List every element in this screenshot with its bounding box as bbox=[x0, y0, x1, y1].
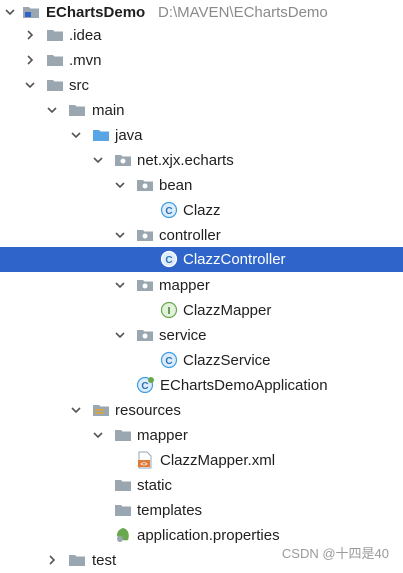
tree-row-clazz-mapper-xml[interactable]: <> ClazzMapper.xml bbox=[0, 448, 403, 473]
tree-label: .idea bbox=[69, 27, 102, 44]
svg-text:C: C bbox=[165, 255, 172, 266]
project-path: D:\MAVEN\EChartsDemo bbox=[158, 4, 328, 21]
package-icon bbox=[137, 280, 153, 291]
tree-label: service bbox=[159, 327, 207, 344]
folder-icon bbox=[47, 55, 63, 66]
tree-label: net.xjx.echarts bbox=[137, 152, 234, 169]
chevron-down-icon[interactable] bbox=[114, 179, 126, 191]
folder-icon bbox=[47, 80, 63, 91]
chevron-down-icon[interactable] bbox=[92, 154, 104, 166]
watermark-text: CSDN @十四是40 bbox=[281, 546, 389, 561]
class-icon: C bbox=[160, 201, 178, 219]
tree-label: ClazzService bbox=[183, 352, 271, 369]
tree-label: main bbox=[92, 102, 125, 119]
chevron-down-icon[interactable] bbox=[46, 104, 58, 116]
tree-label: test bbox=[92, 552, 117, 569]
tree-label: controller bbox=[159, 227, 221, 244]
chevron-right-icon[interactable] bbox=[46, 554, 58, 566]
spring-properties-icon bbox=[117, 528, 129, 542]
interface-icon: I bbox=[160, 301, 178, 319]
tree-row-controller[interactable]: controller bbox=[0, 223, 403, 248]
tree-row-static[interactable]: static bbox=[0, 473, 403, 498]
tree-label: ClazzMapper.xml bbox=[160, 452, 276, 469]
svg-text:I: I bbox=[168, 306, 171, 317]
folder-icon bbox=[115, 480, 131, 491]
package-icon bbox=[115, 155, 131, 166]
tree-label: application.properties bbox=[137, 527, 280, 544]
folder-icon bbox=[47, 30, 63, 41]
chevron-right-icon[interactable] bbox=[24, 54, 36, 66]
tree-label: mapper bbox=[159, 277, 210, 294]
chevron-down-icon[interactable] bbox=[70, 404, 82, 416]
tree-label: resources bbox=[115, 402, 181, 419]
chevron-down-icon[interactable] bbox=[24, 79, 36, 91]
package-icon bbox=[137, 230, 153, 241]
chevron-down-icon[interactable] bbox=[114, 229, 126, 241]
class-icon: C bbox=[160, 351, 178, 369]
chevron-down-icon[interactable] bbox=[92, 429, 104, 441]
package-icon bbox=[137, 330, 153, 341]
tree-label: templates bbox=[137, 502, 203, 519]
tree-row-resources[interactable]: resources bbox=[0, 398, 403, 423]
folder-icon bbox=[69, 555, 85, 566]
tree-row-mapper-resources[interactable]: mapper bbox=[0, 423, 403, 448]
tree-row-mapper-package[interactable]: mapper bbox=[0, 273, 403, 298]
tree-label: java bbox=[115, 127, 143, 144]
tree-label: ClazzController bbox=[183, 251, 286, 268]
spring-boot-class-icon: C bbox=[136, 376, 154, 394]
source-folder-icon bbox=[93, 130, 109, 141]
tree-row-main[interactable]: main bbox=[0, 98, 403, 123]
tree-row-mvn[interactable]: .mvn bbox=[0, 48, 403, 73]
tree-label: Clazz bbox=[183, 202, 221, 219]
tree-row-templates[interactable]: templates bbox=[0, 498, 403, 523]
chevron-down-icon[interactable] bbox=[114, 279, 126, 291]
folder-icon bbox=[115, 505, 131, 516]
tree-label: ClazzMapper bbox=[183, 302, 272, 319]
folder-icon bbox=[69, 105, 85, 116]
chevron-down-icon[interactable] bbox=[114, 329, 126, 341]
svg-text:C: C bbox=[141, 381, 148, 392]
tree-row-project[interactable]: EChartsDemo D:\MAVEN\EChartsDemo bbox=[0, 0, 403, 25]
svg-text:C: C bbox=[165, 206, 172, 217]
tree-label: mapper bbox=[137, 427, 188, 444]
tree-row-clazz-service[interactable]: C ClazzService bbox=[0, 348, 403, 373]
xml-file-icon: <> bbox=[138, 451, 152, 469]
tree-row-package[interactable]: net.xjx.echarts bbox=[0, 148, 403, 173]
folder-icon bbox=[115, 430, 131, 441]
project-folder-icon bbox=[23, 7, 39, 18]
package-icon bbox=[137, 180, 153, 191]
chevron-down-icon[interactable] bbox=[4, 6, 16, 18]
tree-row-bean[interactable]: bean bbox=[0, 173, 403, 198]
tree-label: .mvn bbox=[69, 52, 102, 69]
tree-row-src[interactable]: src bbox=[0, 73, 403, 98]
chevron-down-icon[interactable] bbox=[70, 129, 82, 141]
tree-row-clazz[interactable]: C Clazz bbox=[0, 198, 403, 223]
project-name: EChartsDemo bbox=[46, 4, 146, 21]
tree-row-clazz-mapper[interactable]: I ClazzMapper bbox=[0, 298, 403, 323]
tree-label: bean bbox=[159, 177, 193, 194]
tree-label: src bbox=[69, 77, 89, 94]
svg-text:C: C bbox=[165, 356, 172, 367]
tree-label: EChartsDemoApplication bbox=[160, 377, 328, 394]
tree-row-service[interactable]: service bbox=[0, 323, 403, 348]
tree-row-application[interactable]: C EChartsDemoApplication bbox=[0, 373, 403, 398]
resources-folder-icon bbox=[93, 405, 109, 416]
tree-row-idea[interactable]: .idea bbox=[0, 23, 403, 48]
tree-row-java[interactable]: java bbox=[0, 123, 403, 148]
chevron-right-icon[interactable] bbox=[24, 29, 36, 41]
tree-label: static bbox=[137, 477, 173, 494]
class-icon: C bbox=[160, 250, 178, 268]
tree-row-clazz-controller[interactable]: C ClazzController bbox=[0, 247, 403, 272]
svg-text:<>: <> bbox=[140, 462, 148, 468]
